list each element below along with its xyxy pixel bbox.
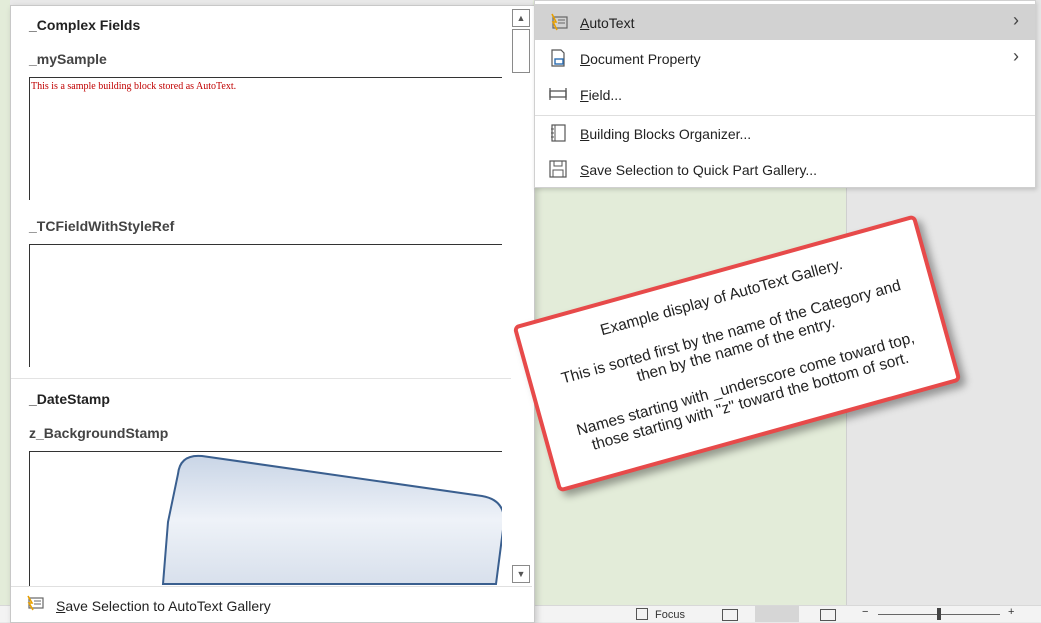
menu-item-save-selection-quick-part[interactable]: Save Selection to Quick Part Gallery...: [535, 151, 1035, 187]
menu-item-label: Save Selection to Quick Part Gallery...: [580, 162, 818, 178]
scrollbar-thumb[interactable]: [512, 29, 530, 73]
print-layout-icon[interactable]: [755, 606, 799, 622]
menu-item-label: Field...: [580, 87, 623, 103]
autotext-icon: [27, 595, 44, 611]
autotext-gallery: _Complex Fields _mySample This is a samp…: [10, 5, 535, 623]
menu-item-autotext[interactable]: AutoText ›: [535, 4, 1035, 40]
scroll-up-button[interactable]: ▲: [512, 9, 530, 27]
document-margin-left: [0, 0, 10, 605]
menu-item-label: Document Property: [580, 51, 701, 67]
focus-icon[interactable]: [636, 608, 648, 620]
menu-item-building-blocks-organizer[interactable]: Building Blocks Organizer...: [535, 115, 1035, 151]
building-blocks-icon: [551, 124, 566, 142]
menu-item-field[interactable]: Field...: [535, 76, 1035, 112]
field-icon: [549, 88, 567, 100]
zoom-out-icon[interactable]: −: [862, 606, 868, 618]
zoom-slider-thumb[interactable]: [937, 608, 941, 620]
entry-name: z_BackgroundStamp: [29, 425, 169, 441]
gallery-content[interactable]: _Complex Fields _mySample This is a samp…: [11, 6, 511, 586]
preview-text: This is a sample building block stored a…: [31, 81, 237, 92]
entry-name: _TCFieldWithStyleRef: [29, 218, 175, 234]
footer-label: Save Selection to AutoText Gallery: [56, 598, 271, 614]
autotext-entry-preview[interactable]: [29, 244, 502, 367]
autotext-entry-preview[interactable]: [29, 451, 502, 586]
zoom-in-icon[interactable]: +: [1008, 606, 1014, 618]
category-title: _DateStamp: [29, 391, 110, 407]
scroll-down-button[interactable]: ▼: [512, 565, 530, 583]
autotext-icon: [551, 13, 568, 31]
autotext-entry-preview[interactable]: This is a sample building block stored a…: [29, 77, 502, 200]
save-selection-to-autotext-gallery[interactable]: Save Selection to AutoText Gallery: [11, 586, 532, 623]
save-icon: [549, 160, 567, 178]
chevron-right-icon: ›: [1013, 46, 1019, 66]
quick-parts-menu: AutoText › Document Property › Field... …: [534, 0, 1036, 188]
menu-item-label: Building Blocks Organizer...: [580, 126, 752, 142]
gallery-scrollbar[interactable]: ▲ ▼: [511, 9, 531, 584]
read-mode-icon[interactable]: [722, 609, 738, 621]
chevron-right-icon: ›: [1013, 10, 1019, 30]
category-title: _Complex Fields: [29, 17, 141, 33]
menu-item-document-property[interactable]: Document Property ›: [535, 40, 1035, 76]
menu-item-label: AutoText: [580, 15, 635, 31]
web-layout-icon[interactable]: [820, 609, 836, 621]
document-property-icon: [551, 49, 565, 67]
entry-name: _mySample: [29, 51, 107, 67]
focus-button[interactable]: Focus: [655, 609, 685, 621]
category-divider: [11, 378, 511, 379]
background-stamp-shape: [161, 454, 502, 585]
